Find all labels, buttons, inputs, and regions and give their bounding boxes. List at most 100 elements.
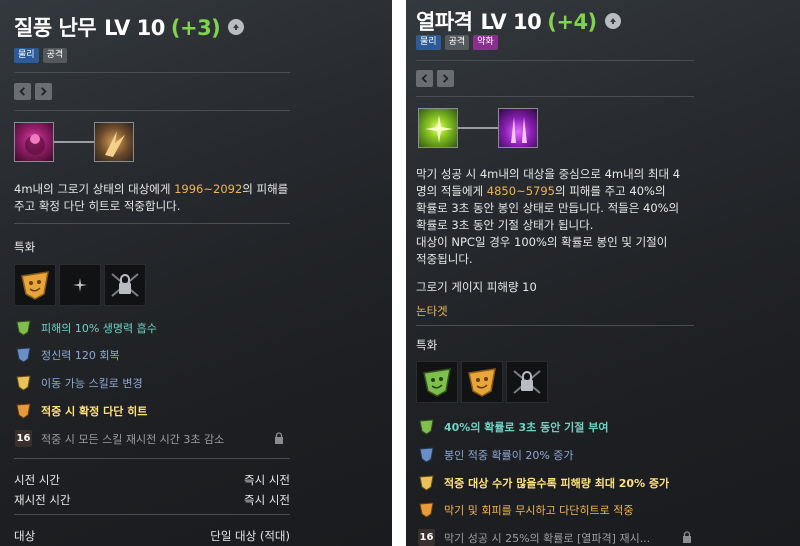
skill-tags: 물리 공격: [14, 48, 68, 63]
tripod-nav: [416, 70, 454, 87]
golden-mask-gem-icon[interactable]: [14, 264, 56, 306]
skill-tooltip-right: 열파격 LV 10 (+4) 물리 공격 약화 막기 성공 시 4m내의 대상을 중…: [406, 0, 800, 546]
tripod-effect: 16 적중 시 모든 스킬 재시전 시간 3초 감소: [15, 430, 224, 447]
info-icon[interactable]: [604, 13, 621, 29]
chevron-left-icon: [421, 74, 427, 83]
tripod-effect: 16 막기 성공 시 25%의 확률로 [열파격] 재시...: [418, 529, 650, 546]
orange-tier-icon: [418, 501, 435, 518]
tripod-effect: 이동 가능 스킬로 변경: [15, 374, 143, 391]
tripod-effect: 적중 대상 수가 많을수록 피해량 최대 20% 증가: [418, 474, 669, 491]
stat-label: 재시전 시간: [14, 493, 71, 507]
stat-value: 즉시 시전: [244, 493, 290, 507]
skill-tags: 물리 공격 약화: [416, 35, 498, 50]
stat-cast-time: 시전 시간 즉시 시전: [14, 472, 290, 488]
locked-slot-icon[interactable]: [104, 264, 146, 306]
green-tier-icon: [418, 418, 435, 435]
effect-text: 이동 가능 스킬로 변경: [41, 376, 143, 390]
info-icon[interactable]: [228, 19, 245, 35]
skill-level: LV 10: [480, 10, 542, 34]
stat-cooldown: 재시전 시간 즉시 시전: [14, 492, 290, 508]
damage-value: 1996~2092: [174, 182, 243, 196]
desc-text: 의 피해를: [242, 182, 289, 196]
prev-button[interactable]: [416, 70, 433, 87]
yellow-tier-icon: [15, 374, 32, 391]
tripod-effect: 피해의 10% 생명력 흡수: [15, 319, 157, 336]
skill-name: 질풍 난무: [14, 16, 97, 40]
crimson-skill-icon[interactable]: [14, 122, 54, 162]
gem-slots: [14, 264, 146, 306]
green-burst-icon[interactable]: [418, 108, 458, 148]
chevron-right-icon: [41, 87, 47, 96]
tripod-effect: 40%의 확률로 3초 동안 기절 부여: [418, 418, 608, 435]
desc-text: 적중됩니다.: [416, 252, 473, 266]
desc-text: 의 피해를 주고 40%의: [554, 184, 666, 198]
blue-tier-icon: [418, 446, 435, 463]
skill-name: 열파격: [416, 10, 473, 34]
divider: [14, 458, 290, 459]
effect-text: 적중 시 확정 다단 히트: [41, 404, 148, 418]
tripod-path: [14, 122, 134, 162]
divider: [14, 514, 290, 515]
desc-text: 명의 적들에게: [416, 184, 487, 198]
skill-level-bonus: (+3): [170, 16, 221, 40]
stat-target: 대상 단일 대상 (적대): [14, 528, 290, 544]
effect-text: 막기 및 회피를 무시하고 다단히트로 적중: [444, 503, 634, 517]
skill-title: 열파격 LV 10 (+4): [416, 6, 597, 36]
tag-attack: 공격: [444, 35, 470, 50]
next-button[interactable]: [437, 70, 454, 87]
divider: [416, 60, 694, 61]
tripod-effect: 봉인 적중 확률이 20% 증가: [418, 446, 574, 463]
sparkle-slot-icon[interactable]: [59, 264, 101, 306]
orange-tier-icon: [15, 402, 32, 419]
spec-label: 특화: [416, 338, 438, 352]
tripod-nav: [14, 83, 52, 100]
desc-text: 막기 성공 시 4m내의 대상을 중심으로 4m내의 최대 4: [416, 167, 681, 181]
tripod-effect: 막기 및 회피를 무시하고 다단히트로 적중: [418, 501, 634, 518]
tripod-path: [418, 108, 538, 148]
skill-title: 질풍 난무 LV 10 (+3): [14, 12, 221, 42]
effect-text: 40%의 확률로 3초 동안 기절 부여: [444, 420, 609, 434]
effect-text: 적중 시 모든 스킬 재시전 시간 3초 감소: [41, 432, 225, 446]
stat-value: 단일 대상 (적대): [210, 529, 290, 543]
effect-text: 정신력 120 회복: [41, 348, 120, 362]
locked-slot-icon[interactable]: [506, 361, 548, 403]
tag-weaken: 약화: [473, 35, 498, 50]
tripod-effect: 정신력 120 회복: [15, 346, 120, 363]
chevron-right-icon: [443, 74, 449, 83]
desc-text: 대상이 NPC일 경우 100%의 확률로 봉인 및 기절이: [416, 235, 668, 249]
lock-icon: [275, 432, 283, 444]
divider: [416, 96, 694, 97]
green-tier-icon: [15, 319, 32, 336]
skill-tooltip-left: 질풍 난무 LV 10 (+3) 물리 공격 4m내의 그로기 상태의 대상에게 1…: [0, 0, 392, 546]
effect-text: 피해의 10% 생명력 흡수: [41, 321, 157, 335]
desc-text: 확률로 3초 동안 기절 상태가 됩니다.: [416, 218, 594, 232]
chevron-left-icon: [19, 87, 25, 96]
groggy-damage: 그로기 게이지 피해량 10: [416, 280, 537, 294]
counter-attribute: 논타겟: [416, 304, 448, 318]
stat-value: 즉시 시전: [244, 473, 290, 487]
prev-button[interactable]: [14, 83, 31, 100]
stat-label: 대상: [14, 529, 36, 543]
skill-level: LV 10: [104, 16, 165, 40]
tripod-connector: [54, 141, 94, 143]
level-badge: 16: [15, 430, 32, 447]
divider: [14, 110, 290, 111]
tripod-effect: 적중 시 확정 다단 히트: [15, 402, 147, 419]
yellow-tier-icon: [418, 474, 435, 491]
skill-title-row: 열파격 LV 10 (+4): [416, 6, 621, 36]
spec-label: 특화: [14, 240, 36, 254]
next-button[interactable]: [35, 83, 52, 100]
golden-flurry-icon[interactable]: [94, 122, 134, 162]
effect-text: 봉인 적중 확률이 20% 증가: [444, 448, 574, 462]
blue-tier-icon: [15, 346, 32, 363]
desc-text: 확률로 3초 동안 봉인 상태로 만듭니다. 적들은 40%의: [416, 201, 680, 215]
damage-value: 4850~5795: [486, 184, 555, 198]
purple-pillar-icon[interactable]: [498, 108, 538, 148]
golden-mask-gem-icon[interactable]: [461, 361, 503, 403]
stat-label: 시전 시간: [14, 473, 60, 487]
green-mask-gem-icon[interactable]: [416, 361, 458, 403]
divider: [14, 223, 290, 224]
lock-icon: [683, 531, 691, 543]
tag-physical: 물리: [14, 48, 39, 63]
tripod-connector: [458, 127, 498, 129]
